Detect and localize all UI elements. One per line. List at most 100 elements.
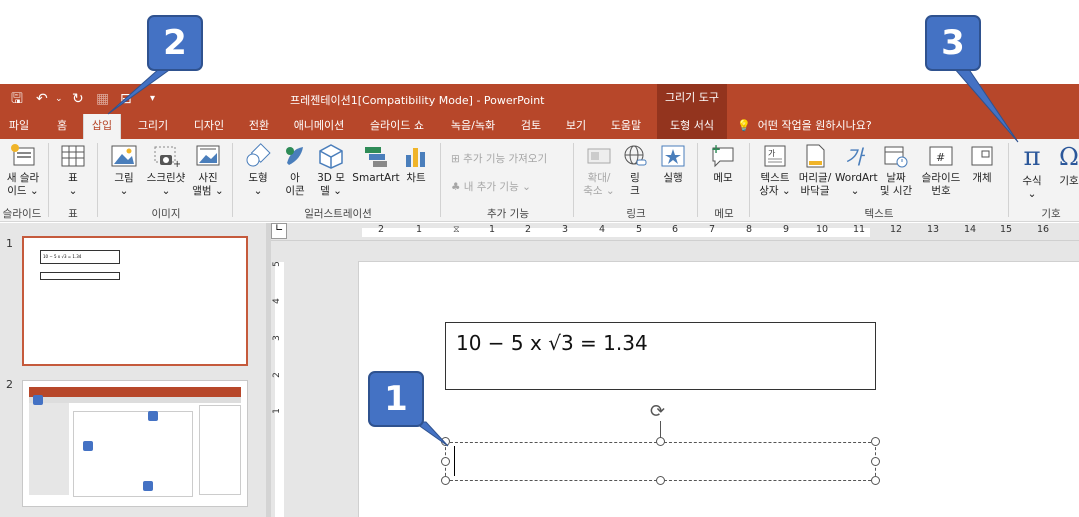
tab-selector[interactable]: ∟ [271,223,287,239]
undo-dropdown-icon[interactable]: ⌄ [55,90,63,108]
slide-thumbnail-1[interactable]: 10 − 5 x √3 = 1.34 [22,236,248,366]
svg-text:+: + [711,143,721,156]
thumbnail-number: 1 [6,237,13,250]
resize-handle[interactable] [656,476,665,485]
chart-label: 차트 [406,172,426,184]
slide-number-icon: # [929,146,953,166]
ruler-label: 1 [271,408,282,414]
thumb-ribbon [29,387,241,397]
action-label: 실행 [663,172,683,184]
picture-button[interactable]: 그림 ⌄ [106,143,142,198]
customize-qat-icon[interactable]: ▾ [150,90,155,108]
group-symbols-label: 기호 [1041,208,1061,220]
header-footer-icon [806,144,825,168]
text-cursor [454,446,455,476]
separator [97,143,98,217]
resize-handle[interactable] [871,457,880,466]
my-addins-button[interactable]: ♣ 내 추가 기능 ⌄ [451,179,531,194]
symbol-button[interactable]: Ω 기호 [1054,143,1079,188]
ruler-label: 2 [271,372,282,378]
3d-models-button[interactable]: 3D 모 델 ⌄ [313,143,349,198]
tab-file[interactable]: 파일 [0,114,38,139]
tab-insert[interactable]: 삽입 [83,114,121,139]
tab-help[interactable]: 도움말 [603,114,649,139]
tab-home[interactable]: 홈 [46,114,78,139]
datetime-button[interactable]: 날짜 및 시간 [878,143,914,198]
omega-icon: Ω [1059,143,1079,171]
tab-draw[interactable]: 그리기 [130,114,176,139]
ruler-label: 3 [562,224,569,235]
table-icon [61,145,85,167]
slide-thumbnail-2[interactable] [22,380,248,507]
get-addins-label: 추가 기능 가져오기 [463,153,548,165]
tab-animations[interactable]: 애니메이션 [287,114,351,139]
ruler-label: 9 [783,224,790,235]
tab-shape-format[interactable]: 도형 서식 [657,114,727,139]
ruler-label: 5 [636,224,643,235]
rotate-handle-icon[interactable]: ⟳ [650,403,665,421]
photo-album-button[interactable]: 사진 앨범 ⌄ [190,143,226,198]
thumbnail-number: 2 [6,378,13,391]
object-button[interactable]: 개체 [966,143,998,185]
svg-text:가: 가 [768,149,776,158]
tab-view[interactable]: 보기 [558,114,594,139]
comment-button[interactable]: + 메모 [706,143,740,185]
get-addins-button[interactable]: ⊞ 추가 기능 가져오기 [451,151,547,166]
equation-label: 수식 ⌄ [1022,175,1042,200]
screenshot-button[interactable]: + 스크린샷 ⌄ [143,143,189,198]
wordart-button[interactable]: 가 WordArt ⌄ [835,143,878,198]
window-title: 프레젠테이션1[Compatibility Mode] - PowerPoint [290,94,545,107]
thumb-callout [83,441,93,451]
save-icon[interactable]: 🖫 [11,90,23,108]
ruler-label: 4 [271,298,282,304]
ruler-label: 13 [927,224,940,235]
smartart-button[interactable]: SmartArt [352,143,400,185]
tab-design[interactable]: 디자인 [186,114,232,139]
table-button[interactable]: 표 ⌄ [56,143,90,198]
group-addins-label: 추가 기능 [487,208,529,220]
redo-icon[interactable]: ↻ [72,90,84,108]
thumb-callout [143,481,153,491]
header-footer-button[interactable]: 머리글/ 바닥글 [795,143,835,198]
store-icon: ⊞ [451,153,460,165]
icons-icon [286,147,303,165]
chart-button[interactable]: 차트 [402,143,430,185]
shapes-button[interactable]: 도형 ⌄ [240,143,276,198]
link-icon [624,145,647,166]
tab-slideshow[interactable]: 슬라이드 쇼 [362,114,432,139]
resize-handle[interactable] [656,437,665,446]
title-bar: 🖫 ↶ ⌄ ↻ ▦ ⊟ ▾ 프레젠테이션1[Compatibility Mode… [0,84,1079,114]
object-label: 개체 [972,172,992,184]
resize-handle[interactable] [441,437,450,446]
link-button[interactable]: 링 크 [620,143,650,198]
table-label: 표 ⌄ [68,172,78,197]
resize-handle[interactable] [441,457,450,466]
start-slideshow-icon[interactable]: ▦ [96,90,109,108]
indent-marker-icon[interactable]: ⧖ [453,224,460,235]
resize-handle[interactable] [441,476,450,485]
tab-transitions[interactable]: 전환 [240,114,278,139]
tell-me-search[interactable]: 💡 어떤 작업을 원하시나요? [737,114,872,139]
present-icon[interactable]: ⊟ [120,90,132,108]
ruler-label: 16 [1037,224,1050,235]
undo-icon[interactable]: ↶ [36,90,48,108]
ruler-label: 1 [489,224,496,235]
zoom-button[interactable]: 확대/ 축소 ⌄ [580,143,618,198]
object-icon [971,146,993,166]
resize-handle[interactable] [871,437,880,446]
tab-review[interactable]: 검토 [513,114,549,139]
new-slide-button[interactable]: 새 슬라 이드 ⌄ [2,143,44,198]
slide-number-button[interactable]: # 슬라이드 번호 [918,143,964,198]
icons-button[interactable]: 아 이콘 [280,143,310,198]
equation-button[interactable]: π 수식 ⌄ [1016,143,1048,201]
separator [440,143,441,217]
thumb-left-pane [29,403,69,495]
action-button[interactable]: 실행 [656,143,690,185]
drawing-tools-context-label: 그리기 도구 [657,84,727,114]
textbox-button[interactable]: 가 텍스트 상자 ⌄ [756,143,794,198]
resize-handle[interactable] [871,476,880,485]
pi-icon: π [1023,142,1041,172]
tab-recording[interactable]: 녹음/녹화 [442,114,504,139]
ruler-label: 2 [378,224,385,235]
equation-textbox[interactable]: 10 − 5 x √3 = 1.34 [445,322,876,390]
